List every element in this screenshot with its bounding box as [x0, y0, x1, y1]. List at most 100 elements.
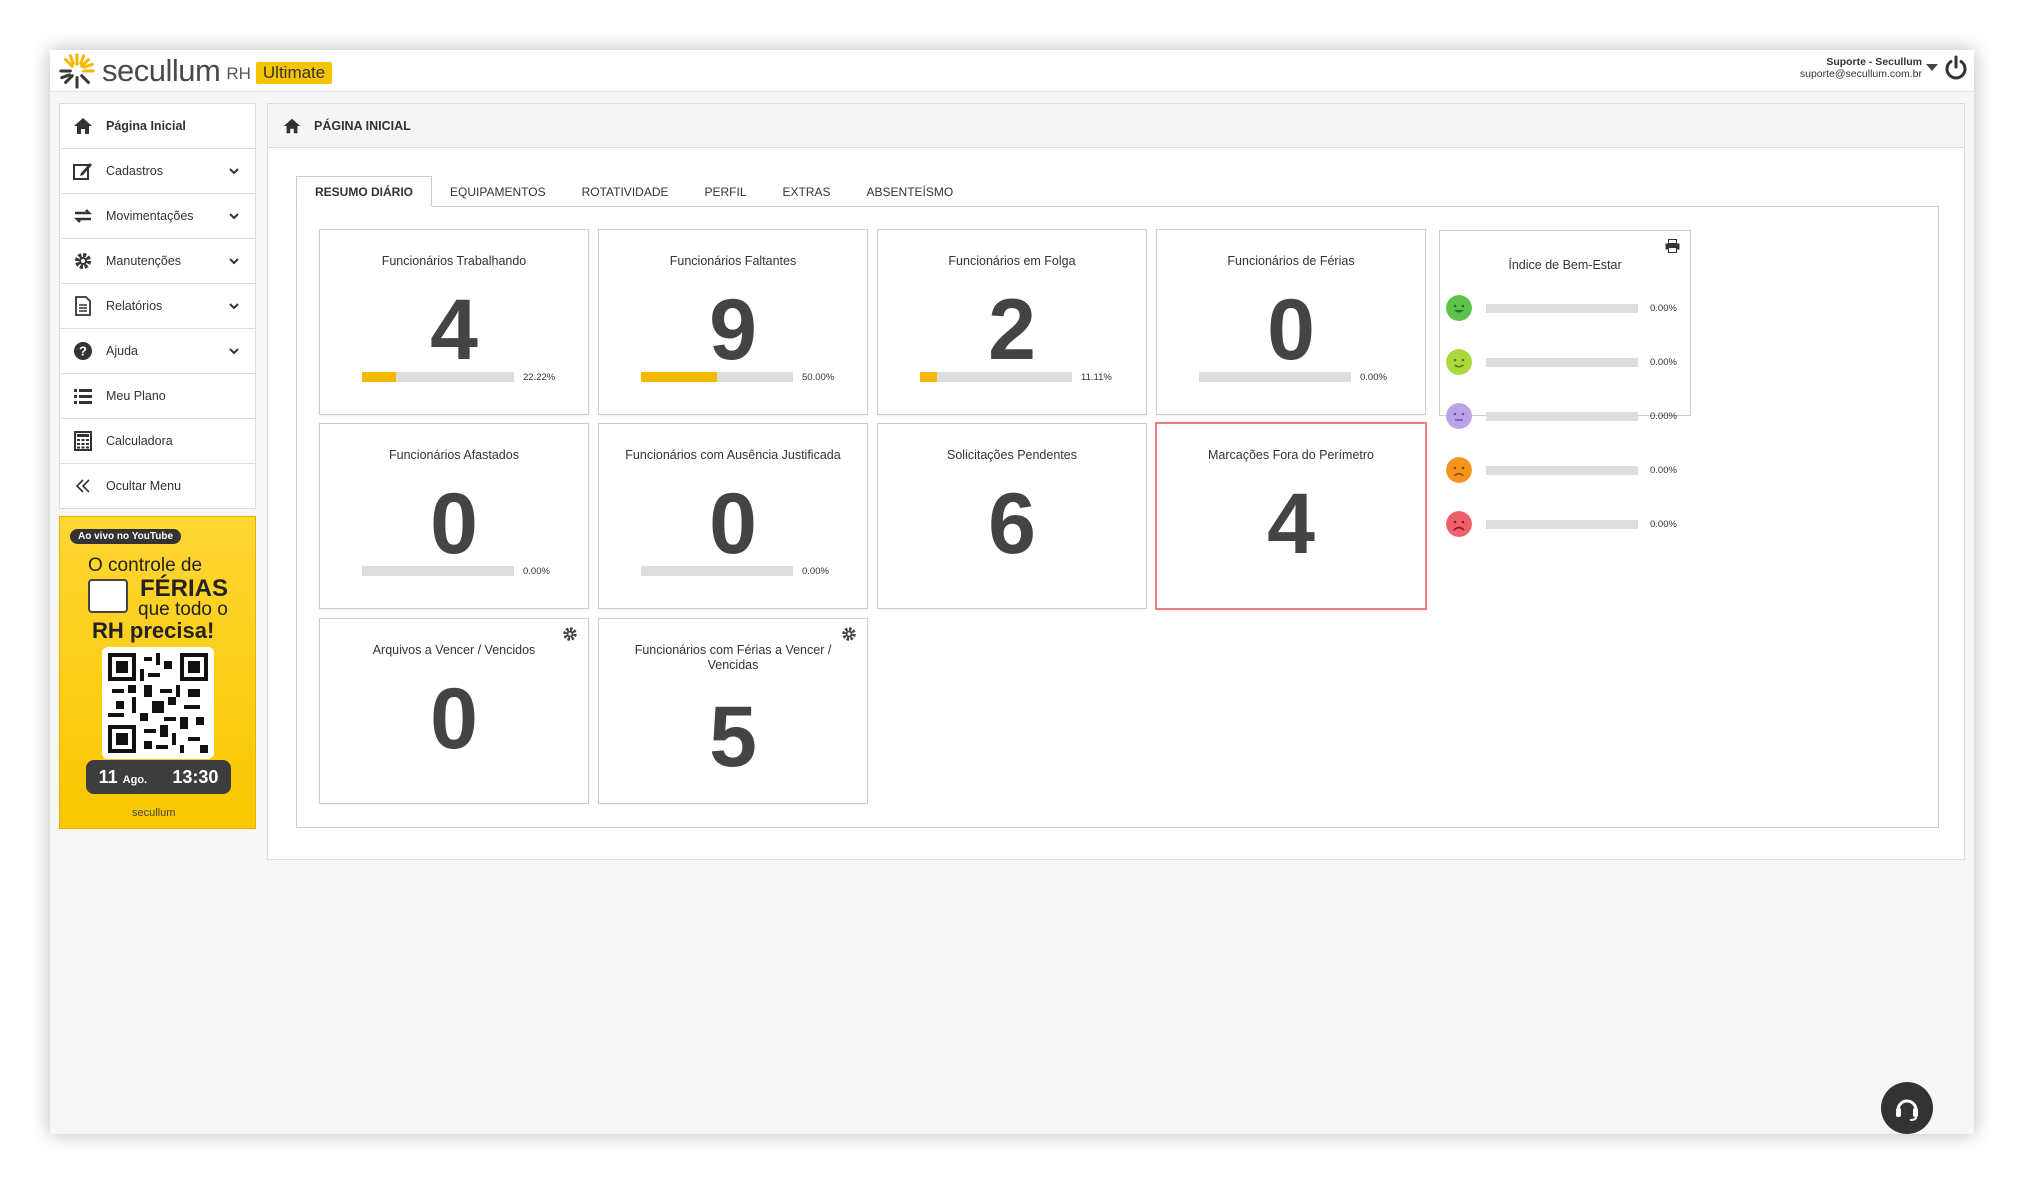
- card-solicitacoes-pendentes[interactable]: Solicitações Pendentes 6: [877, 423, 1147, 609]
- sad-face-icon: [1446, 457, 1472, 483]
- progress-bar: [362, 566, 514, 576]
- logo[interactable]: secullum RH Ultimate: [58, 52, 333, 90]
- home-icon: [283, 118, 301, 133]
- sidebar-item-label: Calculadora: [106, 434, 173, 448]
- sidebar-item-label: Meu Plano: [106, 389, 166, 403]
- card-funcionarios-ferias-a-vencer[interactable]: Funcionários com Férias a Vencer / Venci…: [598, 618, 868, 804]
- sidebar-item-movimentacoes[interactable]: Movimentações: [59, 193, 256, 239]
- promo-time: 13:30: [172, 766, 219, 787]
- home-icon: [74, 118, 92, 134]
- sun-logo-icon: [59, 53, 95, 89]
- progress-bar: [1486, 304, 1638, 313]
- support-chat-button[interactable]: [1881, 1082, 1933, 1134]
- sidebar-item-cadastros[interactable]: Cadastros: [59, 148, 256, 194]
- card-title: Funcionários com Ausência Justificada: [625, 448, 841, 462]
- very-sad-face-icon: [1446, 511, 1472, 537]
- brand-name: secullum: [102, 53, 221, 88]
- sidebar-item-label: Página Inicial: [106, 119, 186, 133]
- document-icon: [75, 296, 91, 316]
- tab-absenteismo[interactable]: ABSENTEÍSMO: [849, 176, 972, 207]
- progress-label: 50.00%: [802, 372, 835, 383]
- tab-panel-resumo-diario: Funcionários Trabalhando 4 22.22% Funcio…: [296, 206, 1939, 828]
- progress-fill: [641, 372, 717, 382]
- card-value: 2: [988, 282, 1036, 378]
- wellbeing-row: 0.00%: [1446, 457, 1686, 483]
- card-value: 4: [430, 282, 478, 378]
- calculator-icon: [74, 431, 92, 451]
- chevron-down-icon: [229, 168, 239, 175]
- sidebar-item-relatorios[interactable]: Relatórios: [59, 283, 256, 329]
- top-bar: secullum RH Ultimate Suporte - Secullum …: [50, 50, 1974, 92]
- sidebar-item-ocultar-menu[interactable]: Ocultar Menu: [59, 463, 256, 509]
- wellbeing-row: 0.00%: [1446, 349, 1686, 375]
- card-title: Arquivos a Vencer / Vencidos: [372, 643, 536, 657]
- calendar-icon: [88, 579, 128, 613]
- wellbeing-row: 0.00%: [1446, 403, 1686, 429]
- card-funcionarios-afastados[interactable]: Funcionários Afastados 0 0.00%: [319, 423, 589, 609]
- tab-equipamentos[interactable]: EQUIPAMENTOS: [432, 176, 564, 207]
- swap-icon: [73, 209, 93, 223]
- card-arquivos-a-vencer[interactable]: Arquivos a Vencer / Vencidos 0: [319, 618, 589, 804]
- gear-icon[interactable]: [841, 626, 857, 642]
- sidebar-item-label: Ajuda: [106, 344, 138, 358]
- tab-perfil[interactable]: PERFIL: [687, 176, 765, 207]
- sidebar-item-label: Cadastros: [106, 164, 163, 178]
- sidebar-item-calculadora[interactable]: Calculadora: [59, 418, 256, 464]
- chevron-down-icon: [229, 348, 239, 355]
- progress-bar: [641, 566, 793, 576]
- sidebar-item-label: Movimentações: [106, 209, 194, 223]
- chevron-down-icon: [229, 303, 239, 310]
- promo-brand: secullum: [132, 807, 176, 819]
- promo-headline-4: RH precisa!: [92, 618, 215, 643]
- card-title: Funcionários com Férias a Vencer / Venci…: [634, 643, 832, 672]
- card-indice-bem-estar[interactable]: Índice de Bem-Estar 0.00% 0.00% 0.00% 0.…: [1439, 230, 1691, 537]
- sidebar-item-manutencoes[interactable]: Manutenções: [59, 238, 256, 284]
- card-value: 4: [1267, 476, 1315, 572]
- very-happy-face-icon: [1446, 295, 1472, 321]
- page-title: PÁGINA INICIAL: [314, 118, 411, 133]
- tab-extras[interactable]: EXTRAS: [765, 176, 849, 207]
- tab-resumo-diario[interactable]: RESUMO DIÁRIO: [296, 176, 433, 207]
- user-email: suporte@secullum.com.br: [1799, 68, 1922, 80]
- sidebar-item-ajuda[interactable]: ? Ajuda: [59, 328, 256, 374]
- progress-bar: [641, 372, 793, 382]
- card-value: 0: [709, 476, 757, 572]
- card-funcionarios-faltantes[interactable]: Funcionários Faltantes 9 50.00%: [598, 229, 868, 415]
- sidebar-item-label: Manutenções: [106, 254, 182, 268]
- promo-date: 11 Ago. 13:30: [86, 760, 231, 794]
- card-value: 0: [1267, 282, 1315, 378]
- print-icon[interactable]: [1665, 239, 1680, 253]
- card-title: Funcionários Afastados: [389, 448, 519, 462]
- progress-bar: [1486, 358, 1638, 367]
- app-window: secullum RH Ultimate Suporte - Secullum …: [50, 50, 1974, 1134]
- sidebar-item-meu-plano[interactable]: Meu Plano: [59, 373, 256, 419]
- question-icon: ?: [74, 342, 92, 360]
- card-funcionarios-trabalhando[interactable]: Funcionários Trabalhando 4 22.22%: [319, 229, 589, 415]
- card-title: Índice de Bem-Estar: [1508, 258, 1622, 272]
- headset-icon: [1896, 1099, 1918, 1121]
- promo-banner[interactable]: Ao vivo no YouTube O controle de FÉRIAS …: [59, 516, 256, 829]
- progress-bar: [1486, 520, 1638, 529]
- power-icon[interactable]: [1942, 54, 1970, 82]
- edit-icon: [73, 163, 92, 180]
- user-dropdown-icon[interactable]: [1926, 64, 1938, 71]
- user-info[interactable]: Suporte - Secullum suporte@secullum.com.…: [1800, 56, 1922, 80]
- card-value: 0: [430, 671, 478, 767]
- card-funcionarios-de-ferias[interactable]: Funcionários de Férias 0 0.00%: [1156, 229, 1426, 415]
- progress-label: 0.00%: [1650, 411, 1677, 422]
- tab-rotatividade[interactable]: ROTATIVIDADE: [564, 176, 687, 207]
- progress-bar: [1486, 412, 1638, 421]
- progress-label: 0.00%: [523, 566, 550, 577]
- sidebar-item-pagina-inicial[interactable]: Página Inicial: [59, 103, 256, 149]
- neutral-face-icon: [1446, 403, 1472, 429]
- gear-icon[interactable]: [562, 626, 578, 642]
- wellbeing-row: 0.00%: [1446, 511, 1686, 537]
- card-funcionarios-em-folga[interactable]: Funcionários em Folga 2 11.11%: [877, 229, 1147, 415]
- card-value: 0: [430, 476, 478, 572]
- progress-label: 0.00%: [802, 566, 829, 577]
- sidebar-item-label: Relatórios: [106, 299, 163, 313]
- main-panel: PÁGINA INICIAL RESUMO DIÁRIO EQUIPAMENTO…: [267, 103, 1965, 860]
- tab-bar: RESUMO DIÁRIO EQUIPAMENTOS ROTATIVIDADE …: [296, 176, 971, 207]
- card-funcionarios-ausencia-justificada[interactable]: Funcionários com Ausência Justificada 0 …: [598, 423, 868, 609]
- card-marcacoes-fora-perimetro[interactable]: Marcações Fora do Perímetro 4: [1155, 422, 1427, 610]
